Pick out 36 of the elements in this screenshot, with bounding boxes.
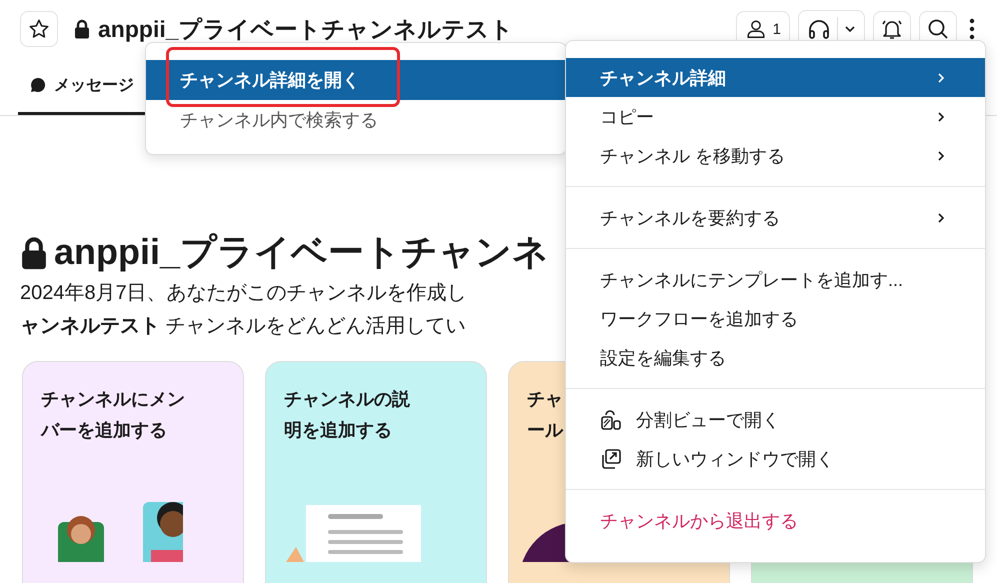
split-view-icon <box>600 408 622 430</box>
menu-item[interactable]: チャンネルにテンプレートを追加す... <box>566 260 985 299</box>
person-icon <box>744 18 767 40</box>
more-icon <box>969 18 975 40</box>
menu-item[interactable]: チャンネル を移動する <box>566 136 985 175</box>
headphones-icon <box>807 18 831 40</box>
star-icon <box>28 18 50 40</box>
menu-item[interactable]: 新しいウィンドウで開く <box>566 439 985 478</box>
channel-heading: anppii_プライベートチャンネ <box>54 230 550 274</box>
intro-text: ャンネルテスト チャンネルをどんどん活用してい <box>20 314 466 339</box>
new-window-icon <box>600 448 622 470</box>
channel-title[interactable]: anppii_プライベートチャンネルテスト <box>98 17 514 41</box>
card-title: チャンネルにメン バーを追加する <box>40 388 186 442</box>
menu-item[interactable]: 設定を編集する <box>566 338 985 377</box>
menu-item[interactable]: チャンネルを要約する <box>566 198 985 237</box>
caret-icon <box>844 25 856 33</box>
action-card[interactable]: チャンネルの説 明を追加する <box>265 361 487 583</box>
chevron-right-icon <box>937 72 945 84</box>
chevron-right-icon <box>937 110 945 122</box>
menu-item[interactable]: チャンネル詳細 <box>566 58 985 97</box>
lock-icon <box>74 19 90 39</box>
intro-text: 2024年8月7日、あなたがこのチャンネルを作成し <box>20 281 467 306</box>
menu-item[interactable]: チャンネル詳細を開く <box>146 60 566 100</box>
search-icon <box>926 17 950 41</box>
chevron-right-icon <box>937 150 945 162</box>
lock-icon <box>20 236 48 270</box>
menu-item[interactable]: 分割ビューで開く <box>566 400 985 439</box>
card-title: チャ ール <box>526 388 564 442</box>
menu-item[interactable]: ワークフローを追加する <box>566 299 985 338</box>
star-button[interactable] <box>20 11 58 47</box>
chevron-right-icon <box>937 212 945 224</box>
message-bubble-icon <box>30 77 46 93</box>
menu-item[interactable]: コピー <box>566 97 985 136</box>
menu-item[interactable]: チャンネルから退出する <box>566 501 985 540</box>
action-card[interactable]: チャンネルにメン バーを追加する <box>22 361 244 583</box>
card-title: チャンネルの説 明を追加する <box>283 388 411 442</box>
